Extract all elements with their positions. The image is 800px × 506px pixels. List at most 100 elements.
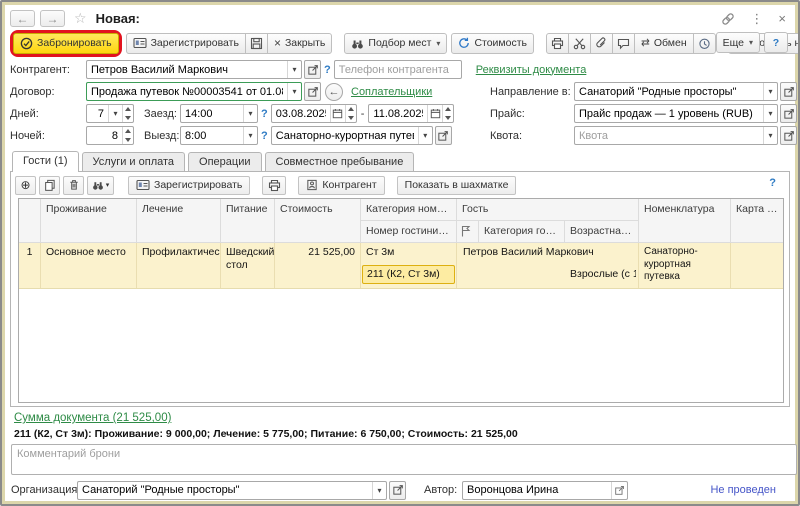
table-help-icon[interactable]: ?: [769, 177, 776, 189]
quota-open-button[interactable]: [780, 126, 797, 145]
dropdown-icon[interactable]: ▾: [763, 83, 777, 100]
tab-operations[interactable]: Операции: [188, 152, 261, 171]
cell-meals[interactable]: Шведский стол: [221, 243, 275, 288]
get-link-icon[interactable]: [721, 12, 735, 26]
cell-guest-card[interactable]: [731, 243, 783, 288]
tab-services-payment[interactable]: Услуги и оплата: [82, 152, 186, 171]
row-number-cell[interactable]: 1: [19, 243, 41, 288]
delete-row-button[interactable]: [63, 176, 84, 195]
register-guest-button[interactable]: Зарегистрировать: [128, 176, 250, 195]
exchange-button[interactable]: ⇄ Обмен: [634, 33, 694, 54]
column-header-flag[interactable]: [457, 221, 479, 243]
cell-accommodation[interactable]: Основное место: [41, 243, 137, 288]
days-input[interactable]: [87, 105, 108, 122]
favorite-star-icon[interactable]: ☆: [74, 10, 87, 27]
add-row-button[interactable]: ⊕: [15, 176, 36, 195]
cost-button[interactable]: Стоимость: [451, 33, 534, 54]
contract-input[interactable]: [87, 83, 287, 100]
date-to-input[interactable]: [369, 105, 427, 122]
column-header-age-group[interactable]: Возрастная груп…: [565, 221, 639, 243]
close-button[interactable]: × Закрыть: [267, 33, 332, 54]
dropdown-icon[interactable]: ▾: [418, 127, 432, 144]
column-header-hotel-room[interactable]: Номер гостиницы: [361, 221, 457, 243]
calendar-icon[interactable]: [330, 105, 345, 122]
counterparty-input[interactable]: [87, 61, 287, 78]
dropdown-icon[interactable]: ▾: [243, 127, 257, 144]
nav-forward-button[interactable]: →: [40, 10, 65, 27]
dropdown-icon[interactable]: ▾: [243, 105, 257, 122]
tab-guests[interactable]: Гости (1): [12, 151, 79, 172]
dropdown-icon[interactable]: ▾: [287, 83, 301, 100]
attachments-button[interactable]: [590, 33, 613, 54]
help-button[interactable]: ?: [764, 32, 788, 53]
author-open-button[interactable]: [611, 482, 627, 499]
pick-rooms-button[interactable]: Подбор мест▾: [344, 33, 447, 54]
counterparty-help-icon[interactable]: ?: [324, 64, 331, 76]
cell-guest-name[interactable]: Петров Василий Маркович: [463, 246, 594, 259]
checkin-help-icon[interactable]: ?: [261, 108, 268, 120]
save-button[interactable]: [245, 33, 268, 54]
copayers-link[interactable]: Соплательщики: [351, 86, 432, 98]
cell-age-group[interactable]: Взрослые (с 15 …: [570, 268, 636, 281]
posting-status-link[interactable]: Не проведен: [710, 484, 776, 496]
dropdown-icon[interactable]: ▾: [763, 127, 777, 144]
print-registration-card-button[interactable]: [262, 176, 286, 195]
direction-open-button[interactable]: [780, 82, 797, 101]
document-total-link[interactable]: Сумма документа (21 525,00): [14, 412, 171, 424]
column-header-cost[interactable]: Стоимость: [275, 199, 361, 243]
booking-comment-input[interactable]: [11, 444, 797, 475]
voucher-open-button[interactable]: [435, 126, 452, 145]
book-button[interactable]: Забронировать: [13, 33, 119, 54]
organization-input[interactable]: [78, 482, 372, 499]
column-header-room-category[interactable]: Категория номера: [361, 199, 457, 221]
date-from-stepper[interactable]: [345, 105, 356, 122]
document-requisites-link[interactable]: Реквизиты документа: [476, 64, 587, 76]
direction-input[interactable]: [575, 83, 763, 100]
phone-input[interactable]: [335, 61, 461, 78]
window-close-icon[interactable]: ×: [778, 11, 786, 26]
copy-row-button[interactable]: [39, 176, 60, 195]
column-header-guest[interactable]: Гость: [457, 199, 639, 221]
show-in-chessboard-button[interactable]: Показать в шахматке: [397, 176, 517, 195]
price-input[interactable]: [575, 105, 763, 122]
counterparty-card-button[interactable]: Контрагент: [298, 176, 384, 195]
checkout-time-input[interactable]: [181, 127, 243, 144]
column-header-nomenclature[interactable]: Номенклатура: [639, 199, 731, 243]
voucher-type-input[interactable]: [272, 127, 418, 144]
days-stepper[interactable]: [122, 105, 133, 122]
fill-from-contract-button[interactable]: ←: [325, 83, 343, 101]
cell-room-category[interactable]: Ст 3м: [361, 243, 456, 265]
nights-stepper[interactable]: [122, 127, 133, 144]
dropdown-icon[interactable]: ▾: [287, 61, 301, 78]
selected-cell-hotel-room[interactable]: 211 (К2, Ст 3м): [362, 265, 455, 284]
guest-row[interactable]: 1 Основное место Профилактический Шведск…: [19, 243, 783, 289]
window-menu-icon[interactable]: ⋮: [750, 11, 763, 27]
column-header-guest-card[interactable]: Карта гостя: [731, 199, 783, 243]
more-button[interactable]: Еще▾: [716, 32, 760, 53]
column-header-meals[interactable]: Питание: [221, 199, 275, 243]
column-header-treatment[interactable]: Лечение: [137, 199, 221, 243]
date-from-input[interactable]: [272, 105, 330, 122]
checkout-help-icon[interactable]: ?: [261, 130, 268, 142]
column-header-guest-category[interactable]: Категория гостя: [479, 221, 565, 243]
dropdown-icon[interactable]: ▾: [108, 105, 122, 122]
date-to-stepper[interactable]: [442, 105, 453, 122]
scissors-button[interactable]: [568, 33, 591, 54]
checkin-time-input[interactable]: [181, 105, 243, 122]
cell-treatment[interactable]: Профилактический: [137, 243, 221, 288]
column-header-accommodation[interactable]: Проживание: [41, 199, 137, 243]
dropdown-icon[interactable]: ▾: [372, 482, 386, 499]
cell-nomenclature[interactable]: Санаторно-курортная путевка: [639, 243, 731, 288]
organization-open-button[interactable]: [389, 481, 406, 500]
nav-back-button[interactable]: ←: [10, 10, 35, 27]
cell-cost[interactable]: 21 525,00: [275, 243, 361, 288]
discussion-button[interactable]: [612, 33, 635, 54]
calendar-icon[interactable]: [427, 105, 442, 122]
tab-joint-stay[interactable]: Совместное пребывание: [265, 152, 415, 171]
price-open-button[interactable]: [780, 104, 797, 123]
author-input[interactable]: [463, 482, 611, 499]
print-button[interactable]: [546, 33, 569, 54]
search-rows-button[interactable]: ▾: [87, 176, 114, 195]
nights-input[interactable]: [87, 127, 122, 144]
contract-open-button[interactable]: [304, 82, 321, 101]
